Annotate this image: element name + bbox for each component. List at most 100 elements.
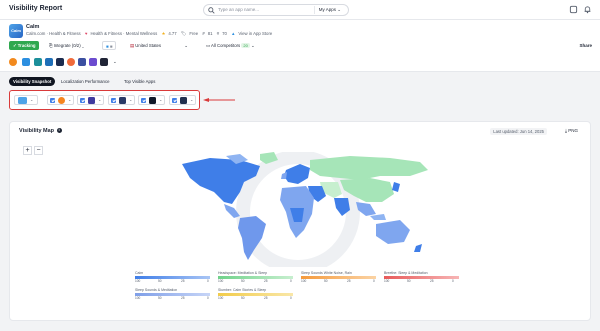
png-label: PNG bbox=[568, 128, 578, 133]
tab-localization-performance[interactable]: Localization Performance bbox=[57, 77, 114, 86]
map-title: Visibility Map i bbox=[19, 128, 62, 134]
star-icon: ★ bbox=[161, 31, 166, 36]
russia-region[interactable] bbox=[310, 156, 428, 180]
visibility-map-card: Visibility Map i Last updated: Jun 14, 2… bbox=[9, 121, 591, 321]
app-chip-headspace[interactable]: ⌄ bbox=[47, 95, 74, 105]
legend-tick: 0 bbox=[290, 279, 292, 283]
search-input[interactable]: Type an app name... My Apps ⌄ bbox=[203, 4, 349, 16]
my-apps-label: My Apps bbox=[318, 7, 336, 12]
app-chip-breethe[interactable]: ⌄ bbox=[138, 95, 165, 105]
app-meta: Calm.com · Health & Fitness ♥ Health & Fi… bbox=[26, 31, 275, 37]
legend-tick: 0 bbox=[207, 279, 209, 283]
chevron-down-icon: ⌄ bbox=[129, 97, 133, 102]
app-name: Calm bbox=[26, 24, 40, 30]
australia-region[interactable] bbox=[376, 220, 410, 244]
download-icon: ⤓ bbox=[564, 128, 567, 133]
red-app-icon[interactable] bbox=[67, 58, 75, 66]
legend-tick: 25 bbox=[264, 296, 268, 300]
tab-visibility-snapshot[interactable]: Visibility Snapshot bbox=[9, 77, 56, 86]
notification-bell-icon[interactable] bbox=[583, 5, 592, 14]
legend-label: Sleep Sounds White Noise, Rain bbox=[301, 271, 352, 275]
app-header: Calm Calm Calm.com · Health & Fitness ♥ H… bbox=[0, 20, 600, 72]
checkbox-icon[interactable] bbox=[50, 98, 55, 103]
my-apps-dropdown[interactable]: My Apps ⌄ bbox=[313, 6, 345, 14]
legend-item: Sleep Sounds & Meditation 100 50 25 0 bbox=[135, 288, 210, 300]
chevron-down-icon[interactable]: ⌄ bbox=[113, 57, 117, 66]
country-dropdown[interactable]: ▤ United States ⌄ bbox=[130, 41, 188, 50]
legend-item: Headspace: Meditation & Sleep 100 50 25 0 bbox=[218, 271, 293, 283]
integrate-label: Integrate (0/2) bbox=[53, 43, 81, 48]
chevron-down-icon: ⌄ bbox=[159, 97, 163, 102]
competitors-dropdown[interactable]: ▭ All Competitors 20 ⌄ bbox=[206, 41, 255, 50]
checkbox-icon[interactable] bbox=[80, 98, 85, 103]
legend-item: Slumber: Calm Stories & Sleep 100 50 25 0 bbox=[218, 288, 293, 300]
europe-region[interactable] bbox=[284, 164, 310, 184]
dark-app-icon[interactable] bbox=[100, 58, 108, 66]
checkbox-icon[interactable] bbox=[172, 98, 177, 103]
checkbox-icon[interactable] bbox=[111, 98, 116, 103]
app-chip-slumber[interactable]: ⌄ bbox=[169, 95, 196, 105]
legend-tick: 25 bbox=[347, 279, 351, 283]
legend-tick: 100 bbox=[218, 296, 224, 300]
headspace-app-icon bbox=[58, 97, 65, 104]
checkbox-icon[interactable] bbox=[141, 98, 146, 103]
uk-region[interactable] bbox=[281, 172, 287, 179]
sleep-sounds-app-icon bbox=[88, 97, 95, 104]
chevron-down-icon: ⌄ bbox=[30, 97, 34, 102]
legend-label: Calm bbox=[135, 271, 144, 275]
blue-app-icon[interactable] bbox=[22, 58, 30, 66]
share-button[interactable]: Share bbox=[579, 43, 592, 48]
legend-tick: 25 bbox=[181, 279, 185, 283]
indonesia-region[interactable] bbox=[370, 214, 386, 220]
platform-toggle[interactable]: ■ ■ bbox=[102, 41, 117, 50]
legend-tick: 25 bbox=[430, 279, 434, 283]
download-png-button[interactable]: ⤓ PNG bbox=[565, 128, 578, 133]
new-zealand-region[interactable] bbox=[414, 244, 422, 252]
us-flag-icon: ▤ bbox=[130, 43, 135, 48]
legend-tick: 0 bbox=[452, 279, 454, 283]
expand-icon[interactable] bbox=[569, 5, 578, 14]
info-icon[interactable]: i bbox=[56, 128, 62, 133]
legend-tick: 0 bbox=[207, 296, 209, 300]
purple-app-icon[interactable] bbox=[89, 58, 97, 66]
legend-item: Sleep Sounds White Noise, Rain 100 50 25 0 bbox=[301, 271, 376, 283]
android-icon: ■ bbox=[109, 44, 113, 49]
app-chip-sleep-sounds-white-noise[interactable]: ⌄ bbox=[108, 95, 135, 105]
breethe-app-icon bbox=[149, 97, 156, 104]
country-label: United States bbox=[135, 43, 162, 48]
apple-icon: ■ bbox=[106, 44, 109, 49]
price-tag-icon: 🏷 bbox=[180, 31, 187, 36]
app-rating: 4.77 bbox=[168, 31, 177, 36]
tracking-button[interactable]: ✓ Tracking bbox=[9, 41, 40, 50]
competitors-count-badge: 20 bbox=[241, 43, 250, 48]
app-publisher: Calm.com · Health & Fitness bbox=[26, 31, 81, 36]
legend-tick: 100 bbox=[384, 279, 390, 283]
legend-tick: 50 bbox=[324, 279, 328, 283]
integrate-dropdown[interactable]: ⎘ Integrate (0/2) ⌄ bbox=[49, 41, 84, 50]
search-placeholder: Type an app name... bbox=[218, 7, 260, 12]
chevron-down-icon: ⌄ bbox=[68, 97, 72, 102]
app-chip-sleep-sounds[interactable]: ⌄ bbox=[77, 95, 104, 105]
map-legend: Calm 100 50 25 0 Headspace: Meditation & Sl… bbox=[135, 271, 459, 319]
legend-item: Breethe: Sleep & Meditation 100 50 25 0 bbox=[384, 271, 459, 283]
calm-app-icon bbox=[18, 97, 27, 104]
legend-label: Slumber: Calm Stories & Sleep bbox=[218, 288, 267, 292]
indigo-app-icon[interactable] bbox=[78, 58, 86, 66]
legend-tick: 0 bbox=[373, 279, 375, 283]
view-in-app-store-link[interactable]: View in App Store bbox=[238, 31, 272, 36]
navy-app-icon[interactable] bbox=[56, 58, 64, 66]
tab-top-visible-apps[interactable]: Top Visible Apps bbox=[120, 77, 159, 86]
legend-label: Breethe: Sleep & Meditation bbox=[384, 271, 428, 275]
chevron-down-icon: ⌄ bbox=[190, 97, 194, 102]
zoom-in-button[interactable]: + bbox=[23, 146, 32, 155]
teal-app-icon[interactable] bbox=[34, 58, 42, 66]
legend-label: Sleep Sounds & Meditation bbox=[135, 288, 178, 292]
world-map[interactable] bbox=[170, 152, 440, 267]
zoom-out-button[interactable]: − bbox=[34, 146, 43, 155]
legend-tick: 50 bbox=[158, 296, 162, 300]
cyan-app-icon[interactable] bbox=[45, 58, 53, 66]
app-chip-calm[interactable]: ⌄ bbox=[14, 95, 38, 105]
orange-app-icon[interactable] bbox=[9, 58, 17, 66]
tracking-label: Tracking bbox=[17, 43, 36, 48]
japan-region[interactable] bbox=[392, 182, 400, 192]
